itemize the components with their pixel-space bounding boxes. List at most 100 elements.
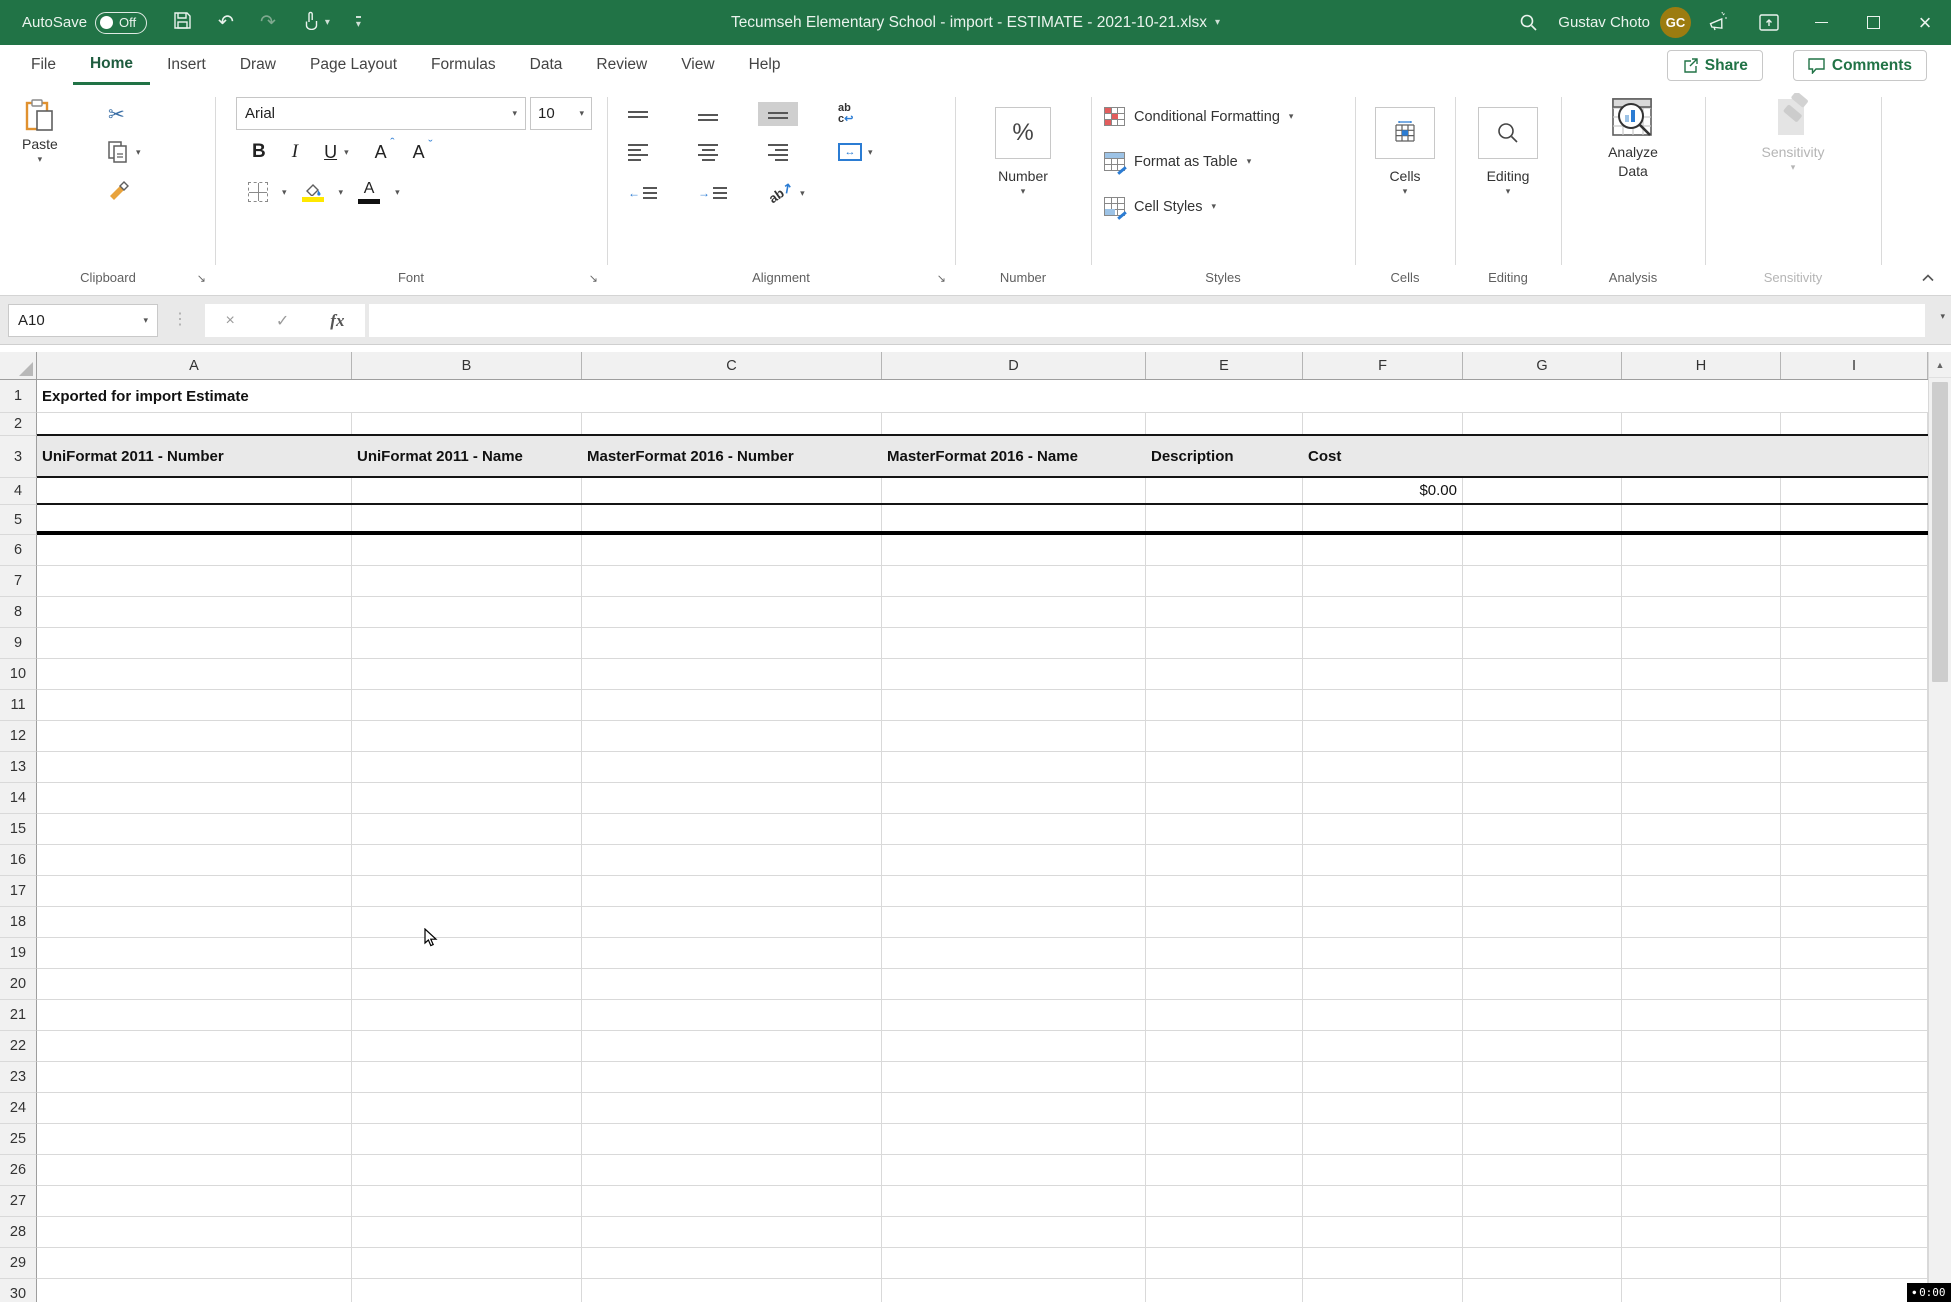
cell-D18[interactable] <box>882 907 1146 937</box>
whats-new-megaphone-icon[interactable] <box>1691 0 1743 45</box>
paste-caret-icon[interactable]: ▾ <box>38 155 43 164</box>
cell-A18[interactable] <box>37 907 352 937</box>
cell-C4[interactable] <box>582 478 882 503</box>
cell-I11[interactable] <box>1781 690 1928 720</box>
cell-B10[interactable] <box>352 659 582 689</box>
bold-button[interactable]: B <box>252 141 266 163</box>
row-header-25[interactable]: 25 <box>0 1124 37 1155</box>
cell-F1[interactable] <box>1303 380 1463 412</box>
cell-E21[interactable] <box>1146 1000 1303 1030</box>
minimize-button[interactable] <box>1795 0 1847 45</box>
font-color-button[interactable]: A <box>357 181 381 204</box>
cell-C28[interactable] <box>582 1217 882 1247</box>
column-header-C[interactable]: C <box>582 352 882 379</box>
tab-file[interactable]: File <box>14 45 73 85</box>
scroll-up-icon[interactable]: ▲ <box>1929 352 1951 378</box>
decrease-font-size-button[interactable]: A <box>413 142 425 163</box>
tab-draw[interactable]: Draw <box>223 45 293 85</box>
cell-C11[interactable] <box>582 690 882 720</box>
cell-F5[interactable] <box>1303 505 1463 531</box>
column-header-E[interactable]: E <box>1146 352 1303 379</box>
row-header-8[interactable]: 8 <box>0 597 37 628</box>
cell-I24[interactable] <box>1781 1093 1928 1123</box>
analyze-data-button[interactable]: Analyze Data <box>1568 93 1698 179</box>
cell-E19[interactable] <box>1146 938 1303 968</box>
tab-formulas[interactable]: Formulas <box>414 45 513 85</box>
cell-E1[interactable] <box>1146 380 1303 412</box>
align-right-icon[interactable] <box>768 144 788 161</box>
cell-E12[interactable] <box>1146 721 1303 751</box>
row-header-7[interactable]: 7 <box>0 566 37 597</box>
cell-G18[interactable] <box>1463 907 1622 937</box>
cell-D22[interactable] <box>882 1031 1146 1061</box>
row-header-5[interactable]: 5 <box>0 505 37 535</box>
column-header-G[interactable]: G <box>1463 352 1622 379</box>
cell-D19[interactable] <box>882 938 1146 968</box>
cell-B19[interactable] <box>352 938 582 968</box>
row-header-17[interactable]: 17 <box>0 876 37 907</box>
autosave-toggle[interactable]: AutoSave Off <box>22 12 147 34</box>
cell-B5[interactable] <box>352 505 582 531</box>
cell-C19[interactable] <box>582 938 882 968</box>
cell-B13[interactable] <box>352 752 582 782</box>
cell-I9[interactable] <box>1781 628 1928 658</box>
search-icon[interactable] <box>1502 0 1554 45</box>
cell-A11[interactable] <box>37 690 352 720</box>
cell-F3[interactable]: Cost <box>1303 436 1463 476</box>
row-header-11[interactable]: 11 <box>0 690 37 721</box>
enter-icon[interactable]: ✓ <box>276 311 289 331</box>
middle-align-icon[interactable] <box>698 108 718 121</box>
cell-A14[interactable] <box>37 783 352 813</box>
cell-B2[interactable] <box>352 413 582 434</box>
cell-I8[interactable] <box>1781 597 1928 627</box>
formula-bar-grip-icon[interactable]: ⋮ <box>172 309 186 329</box>
cell-C5[interactable] <box>582 505 882 531</box>
cell-A24[interactable] <box>37 1093 352 1123</box>
cell-F12[interactable] <box>1303 721 1463 751</box>
cell-C1[interactable] <box>582 380 882 412</box>
cell-B15[interactable] <box>352 814 582 844</box>
name-box-caret-icon[interactable]: ▾ <box>143 316 148 325</box>
cell-F24[interactable] <box>1303 1093 1463 1123</box>
cell-H28[interactable] <box>1622 1217 1781 1247</box>
cell-B27[interactable] <box>352 1186 582 1216</box>
cell-H12[interactable] <box>1622 721 1781 751</box>
cell-styles-button[interactable]: Cell Styles ▾ <box>1104 197 1216 216</box>
cell-C17[interactable] <box>582 876 882 906</box>
row-header-12[interactable]: 12 <box>0 721 37 752</box>
cell-I10[interactable] <box>1781 659 1928 689</box>
cell-D6[interactable] <box>882 535 1146 565</box>
number-format-button[interactable]: % Number ▾ <box>962 93 1084 196</box>
cell-F22[interactable] <box>1303 1031 1463 1061</box>
bottom-align-icon[interactable] <box>758 102 798 126</box>
cell-H17[interactable] <box>1622 876 1781 906</box>
row-header-16[interactable]: 16 <box>0 845 37 876</box>
cell-B1[interactable] <box>352 380 582 412</box>
comments-button[interactable]: Comments <box>1793 50 1927 81</box>
cell-C16[interactable] <box>582 845 882 875</box>
cell-G16[interactable] <box>1463 845 1622 875</box>
cell-G10[interactable] <box>1463 659 1622 689</box>
cell-C13[interactable] <box>582 752 882 782</box>
cell-A17[interactable] <box>37 876 352 906</box>
cell-I30[interactable] <box>1781 1279 1928 1302</box>
column-header-F[interactable]: F <box>1303 352 1463 379</box>
cell-F28[interactable] <box>1303 1217 1463 1247</box>
cell-C14[interactable] <box>582 783 882 813</box>
maximize-button[interactable] <box>1847 0 1899 45</box>
cell-D2[interactable] <box>882 413 1146 434</box>
cell-H21[interactable] <box>1622 1000 1781 1030</box>
cell-I21[interactable] <box>1781 1000 1928 1030</box>
cell-E18[interactable] <box>1146 907 1303 937</box>
cell-D14[interactable] <box>882 783 1146 813</box>
cell-G9[interactable] <box>1463 628 1622 658</box>
cell-E24[interactable] <box>1146 1093 1303 1123</box>
cell-G17[interactable] <box>1463 876 1622 906</box>
cell-B30[interactable] <box>352 1279 582 1302</box>
cell-B22[interactable] <box>352 1031 582 1061</box>
cell-I23[interactable] <box>1781 1062 1928 1092</box>
cell-A23[interactable] <box>37 1062 352 1092</box>
cell-G23[interactable] <box>1463 1062 1622 1092</box>
cell-E8[interactable] <box>1146 597 1303 627</box>
cell-G20[interactable] <box>1463 969 1622 999</box>
